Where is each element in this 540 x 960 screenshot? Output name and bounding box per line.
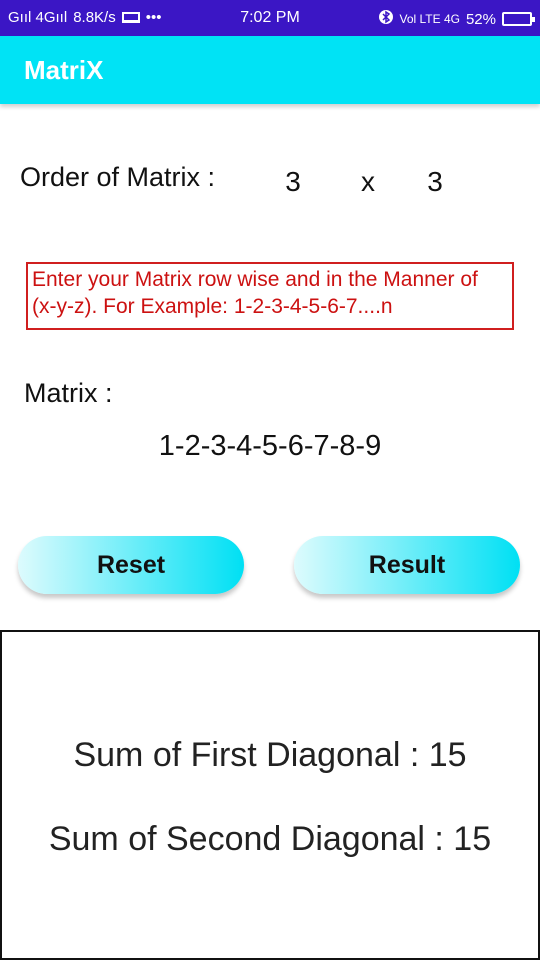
battery-percent: 52% [465,10,496,28]
battery-icon [502,12,535,26]
matrix-label: Matrix : [24,378,113,408]
result-panel: Sum of First Diagonal : 15 Sum of Second… [0,630,540,960]
matrix-input[interactable]: 1-2-3-4-5-6-7-8-9 [0,430,540,463]
second-diagonal-sum: Sum of Second Diagonal : 15 [48,820,492,858]
network-type: Vol LTE 4G [399,12,460,26]
order-separator: x [361,166,375,197]
reset-button[interactable]: Reset [18,536,244,594]
bluetooth-icon [379,9,394,29]
app-title: MatriX [24,55,104,85]
rows-input[interactable]: 3 [278,166,308,198]
instruction-box: Enter your Matrix row wise and in the Ma… [26,262,514,330]
status-right: Vol LTE 4G 52% [379,9,535,29]
cols-input[interactable]: 3 [420,166,450,198]
app-bar: MatriX [0,36,540,104]
result-button[interactable]: Result [294,536,520,594]
status-bar: Gııl 4Gııl 8.8K/s ••• 7:02 PM Vol LTE 4G… [0,0,540,36]
order-label: Order of Matrix : [20,162,216,192]
first-diagonal-sum: Sum of First Diagonal : 15 [73,736,467,774]
